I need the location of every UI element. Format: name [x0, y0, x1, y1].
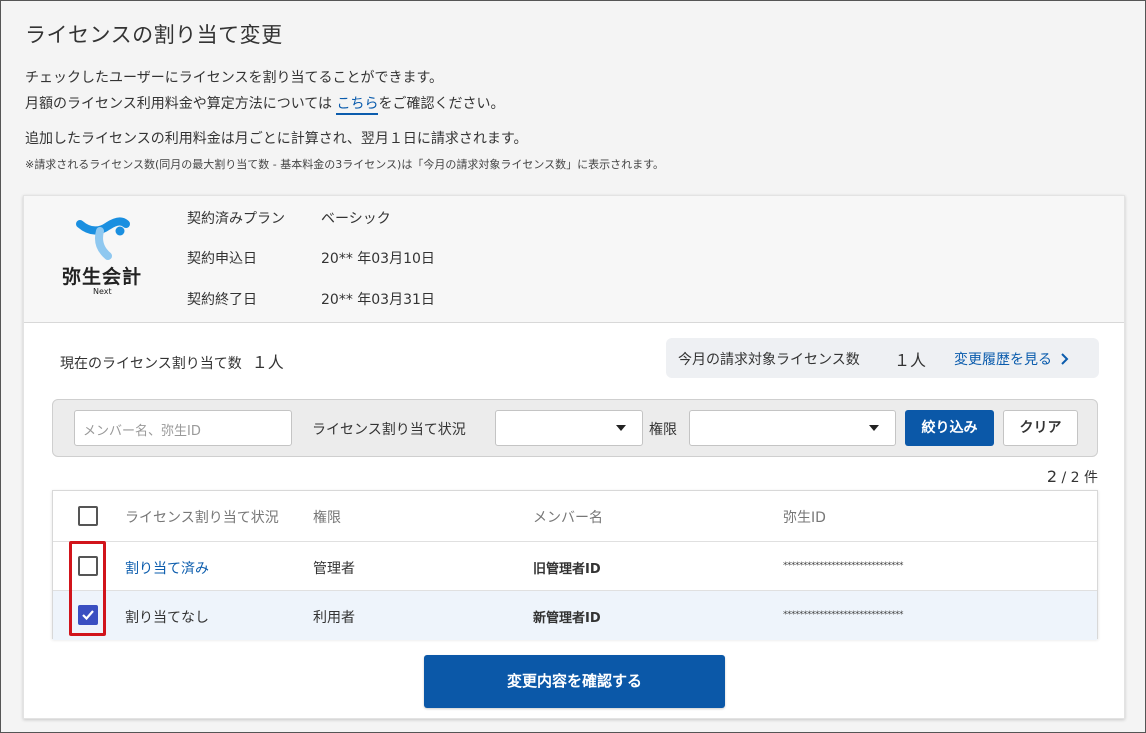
- logo-name: 弥生会計: [62, 266, 143, 288]
- row-yayoi-id: ******************************: [783, 561, 904, 571]
- plan-row-end: 契約終了日 20** 年03月31日: [187, 289, 435, 309]
- row-member-name: 旧管理者ID: [533, 562, 601, 577]
- table-row[interactable]: 割り当てなし 利用者 新管理者ID **********************…: [53, 591, 1097, 640]
- result-count-shown: 2: [1046, 467, 1058, 486]
- header-status: ライセンス割り当て状況: [125, 510, 279, 526]
- member-table: ライセンス割り当て状況 権限 メンバー名 弥生ID 割り当て済み 管理者 旧管理…: [52, 490, 1098, 640]
- role-filter-label: 権限: [649, 422, 677, 438]
- plan-row-plan: 契約済みプラン ベーシック: [187, 208, 391, 228]
- current-count-label: 現在のライセンス割り当て数: [60, 356, 242, 372]
- yayoi-logo-icon: [76, 217, 130, 260]
- status-select[interactable]: [495, 410, 643, 446]
- header-yayoi-id: 弥生ID: [783, 510, 826, 526]
- row-status: 割り当てなし: [125, 610, 209, 626]
- chevron-down-icon: [616, 425, 626, 431]
- current-count-value: １人: [251, 353, 284, 372]
- table-header: ライセンス割り当て状況 権限 メンバー名 弥生ID: [53, 491, 1097, 542]
- plan-label: 契約済みプラン: [187, 211, 285, 227]
- logo-sub: Next: [93, 287, 112, 296]
- table-row[interactable]: 割り当て済み 管理者 旧管理者ID **********************…: [53, 542, 1097, 591]
- start-date-value: 20** 年03月10日: [321, 251, 435, 267]
- start-date-label: 契約申込日: [187, 251, 257, 267]
- page-frame: ライセンスの割り当て変更 チェックしたユーザーにライセンスを割り当てることができ…: [0, 0, 1146, 733]
- plan-row-start: 契約申込日 20** 年03月10日: [187, 248, 435, 268]
- change-history-link[interactable]: 変更履歴を見る: [954, 349, 1070, 369]
- row-yayoi-id: ******************************: [783, 610, 904, 620]
- filter-clear-button[interactable]: クリア: [1003, 410, 1078, 446]
- role-select[interactable]: [689, 410, 896, 446]
- license-card: 弥生会計 Next 契約済みプラン ベーシック 契約申込日 20** 年03月10日…: [23, 195, 1125, 719]
- status-filter-label: ライセンス割り当て状況: [312, 422, 466, 438]
- change-history-label: 変更履歴を見る: [954, 352, 1052, 368]
- filter-bar: メンバー名、弥生ID ライセンス割り当て状況 権限 絞り込み クリア: [52, 399, 1098, 457]
- confirm-changes-button[interactable]: 変更内容を確認する: [424, 655, 725, 708]
- description-line-1: チェックしたユーザーにライセンスを割り当てることができます。: [25, 70, 444, 86]
- row-member-name: 新管理者ID: [533, 611, 601, 626]
- plan-info: 弥生会計 Next 契約済みプラン ベーシック 契約申込日 20** 年03月10日…: [24, 196, 1124, 323]
- checkbox-highlight-annotation: [69, 541, 106, 636]
- filter-apply-button[interactable]: 絞り込み: [905, 410, 994, 446]
- billing-count-box: 今月の請求対象ライセンス数 １人 変更履歴を見る: [666, 338, 1099, 378]
- description-line-3: 追加したライセンスの利用料金は月ごとに計算され、翌月１日に請求されます。: [25, 131, 528, 147]
- description-suffix: をご確認ください。: [378, 96, 505, 112]
- billing-count-value: １人: [894, 351, 927, 370]
- yayoi-logo: 弥生会計 Next: [60, 214, 156, 304]
- result-count: 2 / 2 件: [1047, 467, 1098, 487]
- end-date-value: 20** 年03月31日: [321, 292, 435, 308]
- header-role: 権限: [313, 510, 341, 526]
- result-count-total: / 2 件: [1061, 470, 1098, 486]
- description-line-2: 月額のライセンス利用料金や算定方法については こちらをご確認ください。: [25, 93, 505, 115]
- chevron-down-icon: [869, 425, 879, 431]
- end-date-label: 契約終了日: [187, 292, 257, 308]
- row-status[interactable]: 割り当て済み: [125, 558, 209, 578]
- pricing-info-link[interactable]: こちら: [336, 96, 379, 115]
- search-input[interactable]: メンバー名、弥生ID: [74, 410, 292, 446]
- plan-value: ベーシック: [321, 211, 391, 227]
- billing-note: ※請求されるライセンス数(同月の最大割り当て数 - 基本料金の3ライセンス)は「…: [25, 158, 664, 171]
- row-role: 利用者: [313, 610, 355, 626]
- chevron-right-icon: [1061, 353, 1069, 365]
- current-license-count: 現在のライセンス割り当て数 １人: [60, 349, 284, 373]
- page-title: ライセンスの割り当て変更: [25, 23, 283, 47]
- description-prefix: 月額のライセンス利用料金や算定方法については: [25, 96, 333, 112]
- billing-count-label: 今月の請求対象ライセンス数: [678, 352, 860, 368]
- row-role: 管理者: [313, 561, 355, 577]
- select-all-checkbox[interactable]: [78, 506, 98, 526]
- header-member-name: メンバー名: [533, 510, 603, 526]
